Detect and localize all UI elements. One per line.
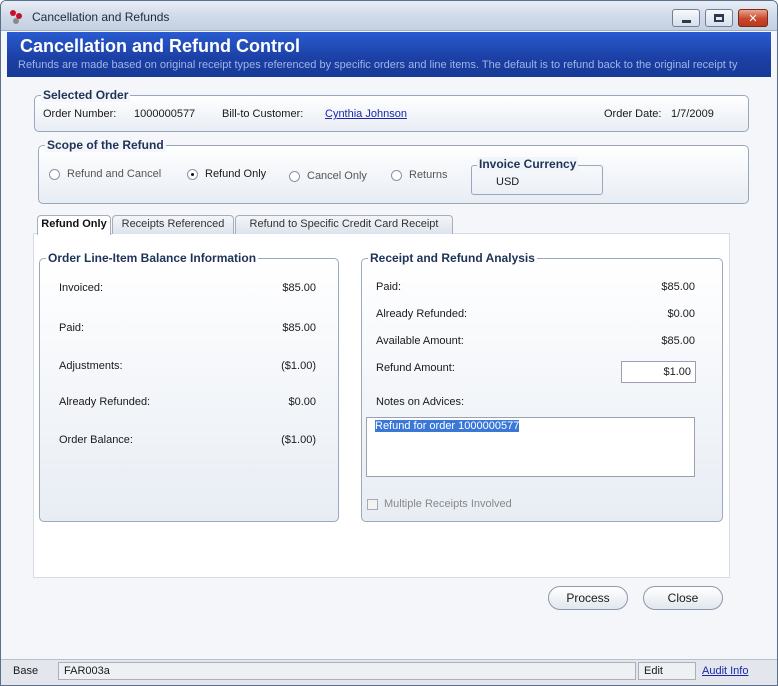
customer-link[interactable]: Cynthia Johnson <box>325 108 407 120</box>
page-subtitle: Refunds are made based on original recei… <box>18 59 738 71</box>
order-number-value: 1000000577 <box>134 108 196 120</box>
order-balance-value: ($1.00) <box>281 434 316 446</box>
process-button[interactable]: Process <box>548 586 628 610</box>
available-amount-value: $85.00 <box>661 335 695 347</box>
close-button[interactable]: Close <box>643 586 723 610</box>
header-banner: Cancellation and Refund Control Refunds … <box>7 32 771 77</box>
already-refunded-value: $0.00 <box>288 396 316 408</box>
radio-refund-and-cancel[interactable]: Refund and Cancel <box>49 168 161 180</box>
customer-label: Bill-to Customer: <box>222 108 304 120</box>
window-title: Cancellation and Refunds <box>32 10 170 24</box>
order-number-label: Order Number: <box>43 108 117 120</box>
maximize-button[interactable] <box>705 9 733 27</box>
radio-label: Refund and Cancel <box>67 168 162 180</box>
radio-indicator <box>289 170 300 182</box>
order-balance-label: Order Balance: <box>59 434 133 446</box>
analysis-paid-label: Paid: <box>376 281 402 293</box>
audit-info-link[interactable]: Audit Info <box>702 665 748 677</box>
analysis-already-refunded-value: $0.00 <box>667 308 695 320</box>
radio-refund-only[interactable]: Refund Only <box>187 168 266 180</box>
title-bar[interactable]: Cancellation and Refunds ✕ <box>1 1 777 31</box>
refund-scope-legend: Scope of the Refund <box>45 138 166 152</box>
order-date-label: Order Date: <box>604 108 662 120</box>
refund-analysis-legend: Receipt and Refund Analysis <box>368 251 537 265</box>
status-bar: Base FAR003a Edit Audit Info <box>1 659 777 685</box>
invoiced-label: Invoiced: <box>59 282 104 294</box>
refund-amount-label: Refund Amount: <box>376 362 455 374</box>
radio-indicator <box>391 169 402 181</box>
checkbox-indicator <box>367 498 378 510</box>
close-icon: ✕ <box>748 12 758 25</box>
radio-returns[interactable]: Returns <box>391 169 448 181</box>
invoice-currency-value: USD <box>496 176 520 188</box>
notes-label: Notes on Advices: <box>376 396 465 408</box>
app-logo-icon <box>10 10 26 24</box>
selected-order-legend: Selected Order <box>41 88 131 102</box>
dialog-window: Cancellation and Refunds ✕ Cancellation … <box>0 0 778 686</box>
analysis-paid-value: $85.00 <box>661 281 695 293</box>
order-date-value: 1/7/2009 <box>671 108 714 120</box>
tab-receipts-referenced[interactable]: Receipts Referenced <box>112 215 234 234</box>
radio-label: Refund Only <box>205 168 267 180</box>
analysis-already-refunded-label: Already Refunded: <box>376 308 468 320</box>
maximize-icon <box>714 14 724 22</box>
available-amount-label: Available Amount: <box>376 335 464 347</box>
already-refunded-label: Already Refunded: <box>59 396 151 408</box>
minimize-icon <box>681 19 691 23</box>
adjustments-label: Adjustments: <box>59 360 123 372</box>
balance-info-group: Order Line-Item Balance Information <box>39 251 339 522</box>
refund-analysis-group: Receipt and Refund Analysis <box>361 251 723 522</box>
minimize-button[interactable] <box>672 9 700 27</box>
notes-text: Refund for order 1000000577 <box>375 420 520 432</box>
balance-info-legend: Order Line-Item Balance Information <box>46 251 259 265</box>
status-mode: Edit <box>638 662 696 680</box>
tab-refund-only[interactable]: Refund Only <box>37 215 111 235</box>
paid-value: $85.00 <box>282 322 316 334</box>
invoiced-value: $85.00 <box>282 282 316 294</box>
radio-label: Returns <box>409 169 448 181</box>
radio-indicator <box>49 168 60 180</box>
tab-refund-to-credit-card[interactable]: Refund to Specific Credit Card Receipt <box>235 215 453 234</box>
multiple-receipts-checkbox[interactable]: Multiple Receipts Involved <box>367 498 512 510</box>
status-base-label: Base <box>13 665 39 677</box>
close-window-button[interactable]: ✕ <box>738 9 768 27</box>
notes-textarea[interactable]: Refund for order 1000000577 <box>366 417 695 477</box>
invoice-currency-legend: Invoice Currency <box>477 157 579 171</box>
radio-indicator <box>187 168 198 180</box>
page-title: Cancellation and Refund Control <box>20 36 301 56</box>
status-form-id: FAR003a <box>58 662 636 680</box>
multiple-receipts-label: Multiple Receipts Involved <box>384 498 512 510</box>
paid-label: Paid: <box>59 322 85 334</box>
refund-amount-input[interactable]: $1.00 <box>621 361 696 383</box>
radio-label: Cancel Only <box>307 170 367 182</box>
radio-cancel-only[interactable]: Cancel Only <box>289 170 367 182</box>
adjustments-value: ($1.00) <box>281 360 316 372</box>
